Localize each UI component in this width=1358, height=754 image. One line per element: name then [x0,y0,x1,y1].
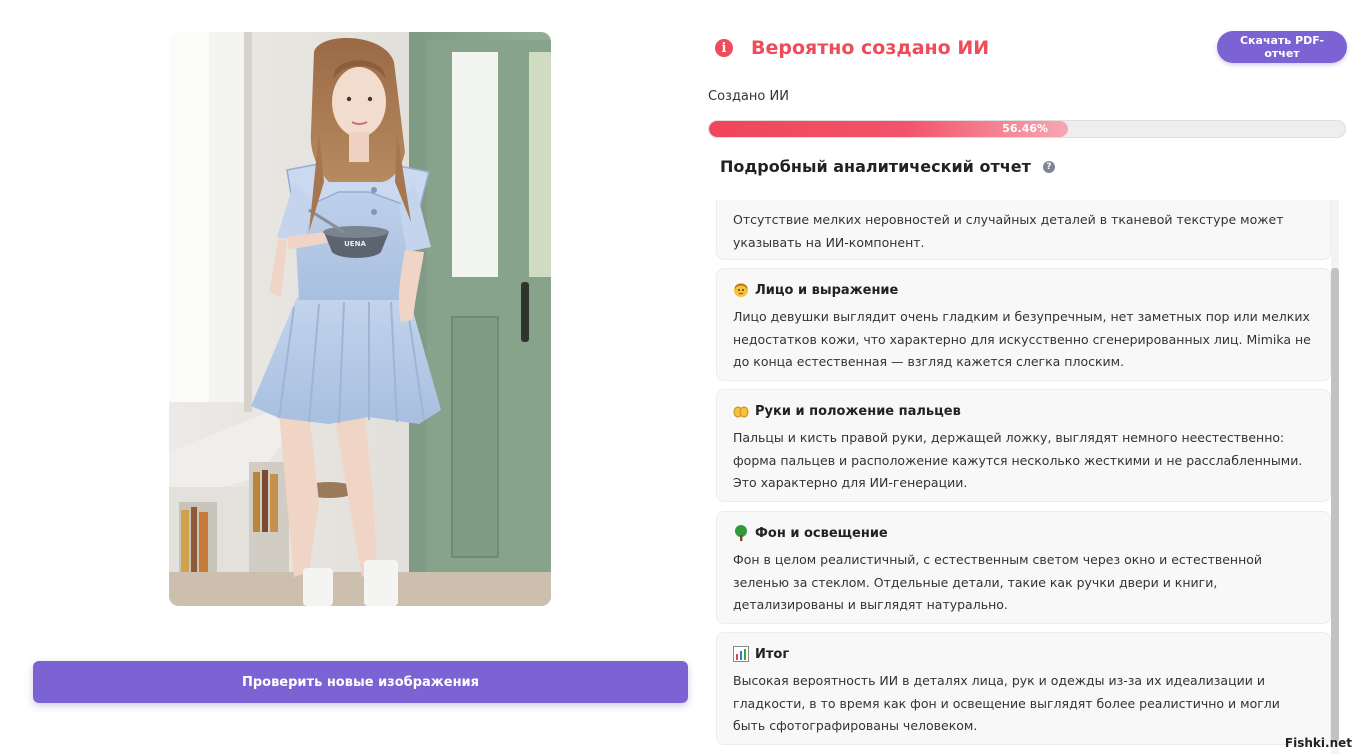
verdict-header: i Вероятно создано ИИ [715,34,989,62]
report-list[interactable]: Отсутствие мелких неровностей и случайны… [716,200,1340,754]
hands-emoji-icon [733,403,749,419]
report-card-hands: Руки и положение пальцев Пальцы и кисть … [716,389,1331,502]
verdict-title: Вероятно создано ИИ [751,37,990,59]
ai-probability-fill: 56.46% [709,121,1069,137]
report-card-body: Высокая вероятность ИИ в деталях лица, р… [733,673,1280,733]
report-card-body: Фон в целом реалистичный, с естественным… [733,552,1263,612]
report-card-title: Итог [755,646,790,662]
report-title: Подробный аналитический отчет [720,157,1031,176]
report-card-title: Фон и освещение [755,525,888,541]
info-icon: i [715,39,733,57]
report-heading: Подробный аналитический отчет ? [720,157,1055,176]
report-card-title: Лицо и выражение [755,282,899,298]
check-new-images-button[interactable]: Проверить новые изображения [33,661,688,703]
site-watermark: Fishki.net [1284,736,1352,750]
face-emoji-icon [733,282,749,298]
report-card-title: Руки и положение пальцев [755,403,961,419]
ai-probability-value: 56.46% [1002,122,1049,135]
download-pdf-button[interactable]: Скачать PDF-отчет [1217,31,1347,63]
report-card-summary: Итог Высокая вероятность ИИ в деталях ли… [716,632,1331,745]
analyzed-photo: UENA [169,32,551,606]
ai-created-label: Создано ИИ [708,89,789,104]
chart-emoji-icon [733,646,749,662]
report-card-body: Лицо девушки выглядит очень гладким и бе… [733,309,1311,369]
report-card-body: Пальцы и кисть правой руки, держащей лож… [733,430,1303,490]
question-icon[interactable]: ? [1042,160,1055,173]
report-card-body: Отсутствие мелких неровностей и случайны… [733,212,1284,250]
bowl-label: UENA [344,240,366,248]
report-card-partial: Отсутствие мелких неровностей и случайны… [716,200,1331,260]
report-scrollbar-thumb[interactable] [1331,268,1339,742]
tree-emoji-icon [733,525,749,541]
report-card-face: Лицо и выражение Лицо девушки выглядит о… [716,268,1331,381]
report-card-background: Фон и освещение Фон в целом реалистичный… [716,511,1331,624]
ai-probability-bar: 56.46% [708,120,1346,138]
